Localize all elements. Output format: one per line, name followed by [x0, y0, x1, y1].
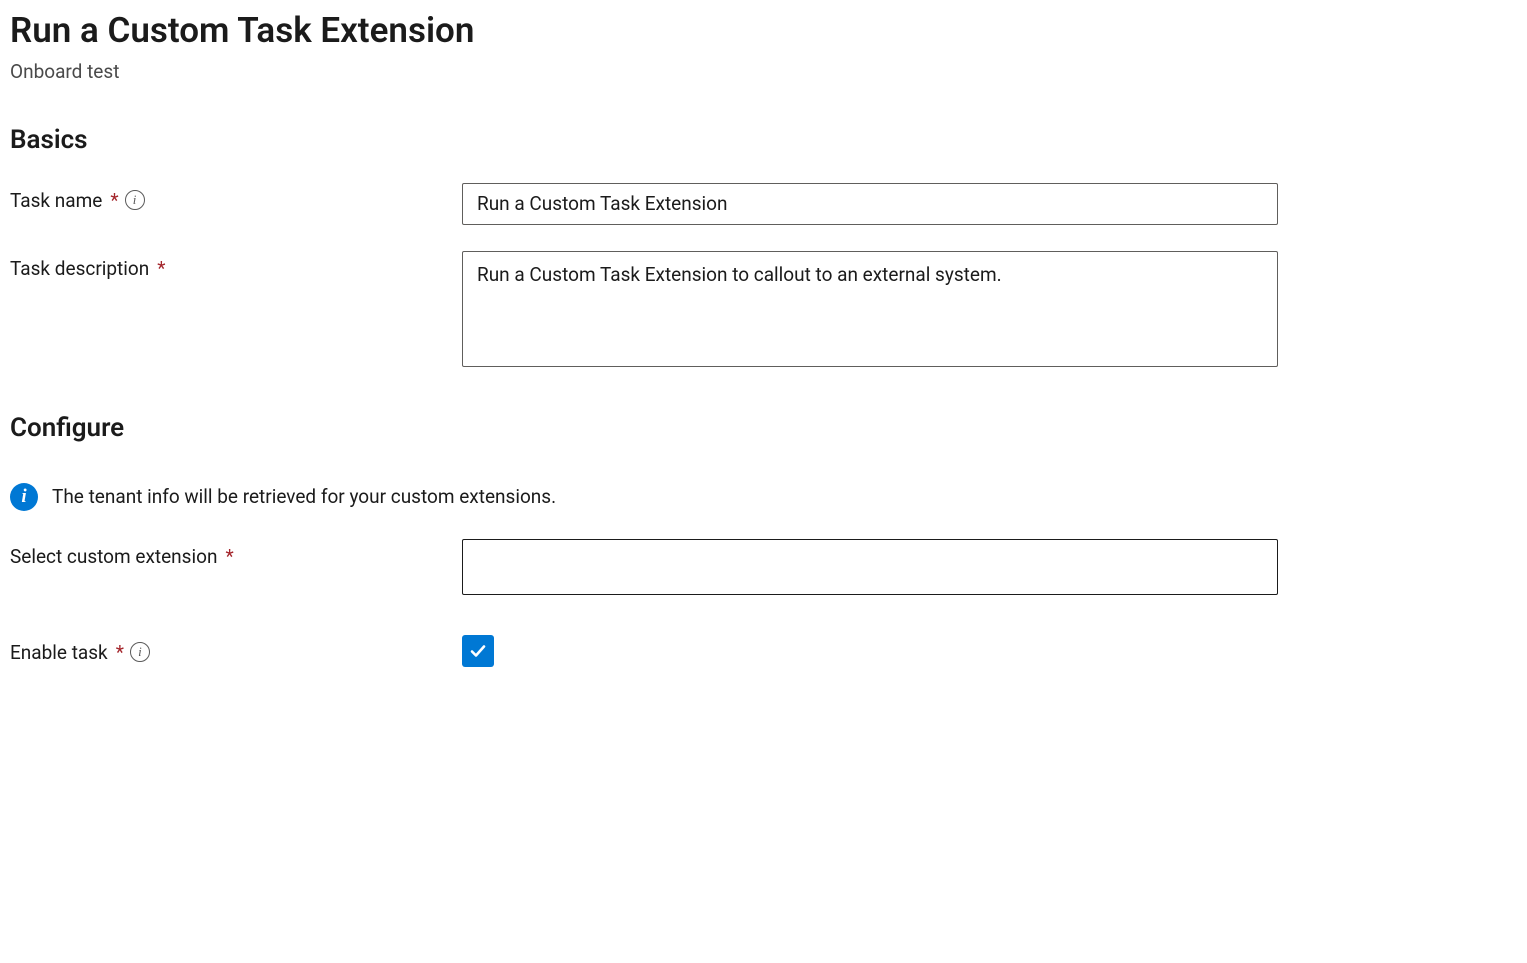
- select-extension-label: Select custom extension *: [10, 539, 462, 568]
- info-icon: i: [10, 483, 38, 511]
- enable-task-row: Enable task * i: [10, 635, 1517, 667]
- select-extension-row: Select custom extension *: [10, 539, 1517, 595]
- info-icon[interactable]: i: [130, 642, 150, 662]
- info-icon[interactable]: i: [125, 190, 145, 210]
- required-asterisk: *: [157, 257, 165, 280]
- section-heading-configure: Configure: [10, 413, 1517, 443]
- tenant-info-text: The tenant info will be retrieved for yo…: [52, 485, 556, 508]
- enable-task-label: Enable task * i: [10, 635, 462, 664]
- enable-task-label-text: Enable task: [10, 641, 108, 664]
- required-asterisk: *: [225, 545, 233, 568]
- tenant-info-notice: i The tenant info will be retrieved for …: [10, 483, 1517, 511]
- select-extension-label-text: Select custom extension: [10, 545, 217, 568]
- required-asterisk: *: [110, 189, 118, 212]
- checkmark-icon: [468, 641, 488, 661]
- page-title: Run a Custom Task Extension: [10, 8, 1517, 54]
- task-description-input[interactable]: [462, 251, 1278, 367]
- task-description-row: Task description *: [10, 251, 1517, 371]
- required-asterisk: *: [116, 641, 124, 664]
- task-description-label-text: Task description: [10, 257, 149, 280]
- task-name-label: Task name * i: [10, 183, 462, 212]
- task-name-row: Task name * i: [10, 183, 1517, 225]
- task-name-input[interactable]: [462, 183, 1278, 225]
- task-description-label: Task description *: [10, 251, 462, 280]
- page-subtitle: Onboard test: [10, 60, 1517, 83]
- select-extension-dropdown[interactable]: [462, 539, 1278, 595]
- section-heading-basics: Basics: [10, 125, 1517, 155]
- enable-task-checkbox[interactable]: [462, 635, 494, 667]
- task-name-label-text: Task name: [10, 189, 102, 212]
